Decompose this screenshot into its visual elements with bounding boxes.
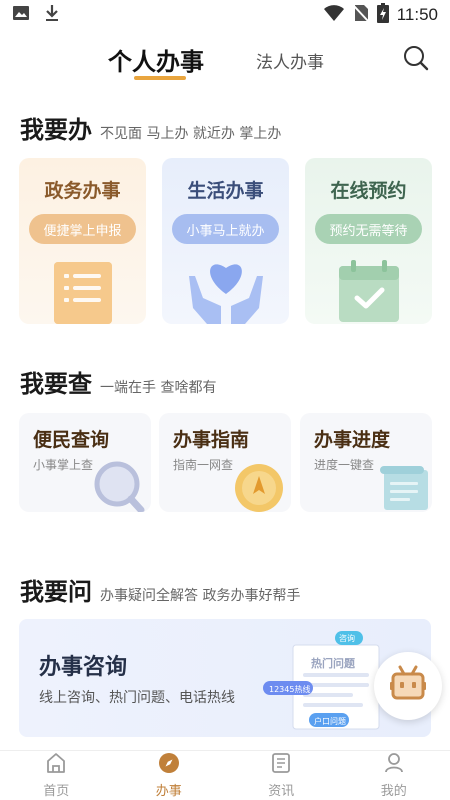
gallery-icon [12, 4, 30, 26]
consultation-banner[interactable]: 办事咨询 线上咨询、热门问题、电话热线 咨询 热门问题 12345热线 户口问题 [19, 619, 431, 737]
news-icon [270, 752, 292, 778]
card-service-guide[interactable]: 办事指南 指南一网查 [159, 413, 291, 512]
card-pill: 小事马上就办 [172, 214, 279, 244]
banner-subtitle: 线上咨询、热门问题、电话热线 [39, 690, 235, 706]
section-check-title: 我要查 [20, 369, 92, 398]
magnifier-icon [91, 456, 151, 512]
nav-profile[interactable]: 我的 [338, 751, 450, 800]
card-title: 生活办事 [187, 180, 264, 202]
card-title: 办事指南 [173, 429, 250, 451]
wifi-icon [323, 4, 345, 26]
card-subtitle: 小事掌上查 [33, 458, 94, 472]
nav-services[interactable]: 办事 [113, 751, 226, 800]
compass-coin-icon [231, 456, 291, 512]
card-progress[interactable]: 办事进度 进度一键查 [300, 413, 432, 512]
card-online-appointment[interactable]: 在线预约 预约无需等待 [305, 158, 432, 324]
nav-label: 资讯 [268, 784, 295, 799]
card-public-query[interactable]: 便民查询 小事掌上查 [19, 413, 151, 512]
ai-assistant-button[interactable] [374, 652, 442, 720]
nav-label: 首页 [43, 784, 70, 799]
home-icon [45, 752, 67, 778]
card-life-affairs[interactable]: 生活办事 小事马上就办 [162, 158, 289, 324]
banner-title: 办事咨询 [39, 655, 128, 680]
nav-label: 办事 [155, 784, 182, 799]
card-government-affairs[interactable]: 政务办事 便捷掌上申报 [19, 158, 146, 324]
faq-illustration: 咨询 热门问题 12345热线 户口问题 [263, 627, 393, 731]
card-title: 办事进度 [314, 429, 391, 451]
calendar-check-icon [305, 246, 432, 324]
card-pill: 预约无需等待 [315, 214, 422, 244]
robot-icon [388, 664, 428, 708]
tab-personal[interactable]: 个人办事 [108, 42, 204, 77]
bottom-nav: 首页 办事 资讯 我的 [0, 750, 450, 800]
nav-label: 我的 [380, 784, 407, 799]
card-pill: 便捷掌上申报 [29, 214, 136, 244]
status-time: 11:50 [396, 5, 438, 24]
section-check-header: 我要查 一端在手 查啥都有 [20, 364, 216, 399]
illustration-hotline: 12345热线 [269, 685, 311, 694]
heart-hands-icon [162, 246, 289, 324]
no-sim-icon [352, 4, 369, 26]
active-tab-indicator [134, 76, 186, 80]
tab-corporate[interactable]: 法人办事 [256, 48, 324, 73]
section-ask-header: 我要问 办事疑问全解答 政务办事好帮手 [20, 572, 300, 607]
card-title: 便民查询 [33, 429, 110, 451]
section-do-title: 我要办 [20, 115, 92, 144]
download-icon [44, 4, 60, 26]
user-icon [383, 752, 405, 778]
nav-news[interactable]: 资讯 [225, 751, 338, 800]
section-do-subtitle: 不见面 马上办 就近办 掌上办 [100, 126, 282, 142]
card-subtitle: 指南一网查 [173, 458, 234, 472]
illustration-tag-household: 户口问题 [314, 717, 346, 726]
section-check-subtitle: 一端在手 查啥都有 [100, 380, 217, 396]
card-title: 政务办事 [44, 180, 121, 202]
search-icon[interactable] [402, 44, 430, 72]
section-do-header: 我要办 不见面 马上办 就近办 掌上办 [20, 110, 281, 145]
nav-home[interactable]: 首页 [0, 751, 113, 800]
section-ask-title: 我要问 [20, 577, 92, 606]
scroll-icon [372, 456, 432, 512]
top-tabs: 个人办事 法人办事 [0, 38, 450, 82]
card-subtitle: 进度一键查 [314, 458, 375, 472]
status-bar: 11:50 [0, 0, 450, 30]
battery-icon [376, 3, 389, 27]
section-ask-subtitle: 办事疑问全解答 政务办事好帮手 [100, 588, 301, 604]
illustration-paper-title: 热门问题 [311, 657, 355, 670]
document-icon [19, 246, 146, 324]
compass-icon [158, 752, 180, 778]
card-title: 在线预约 [330, 180, 407, 202]
illustration-tag-consult: 咨询 [339, 634, 355, 643]
